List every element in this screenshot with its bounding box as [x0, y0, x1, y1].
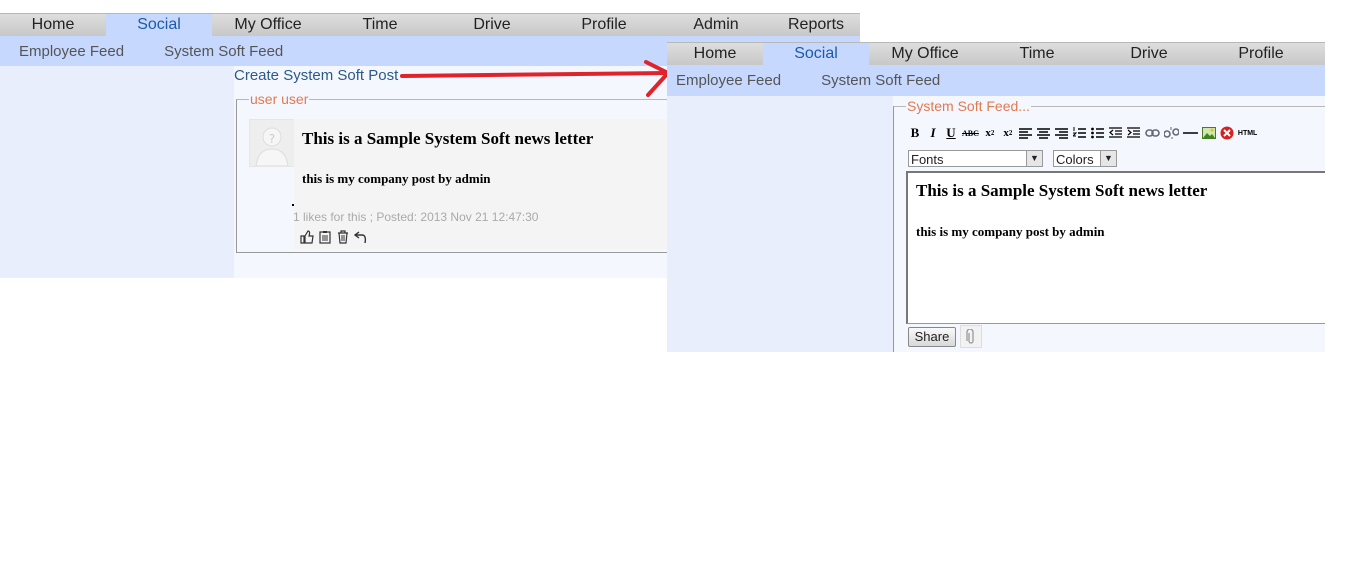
sidebar-right [667, 96, 893, 352]
like-icon[interactable] [300, 229, 314, 244]
nav-drive[interactable]: Drive [436, 14, 548, 36]
composer-area: System Soft Feed... B I U ABC x2 x2 HTML… [893, 96, 1325, 352]
right-screenshot: Home Social My Office Time Drive Profile… [667, 30, 1325, 352]
nav-profile[interactable]: Profile [1205, 43, 1317, 65]
indent-icon[interactable] [1127, 126, 1141, 140]
underline-button[interactable]: U [944, 125, 958, 140]
avatar[interactable]: ? [249, 119, 295, 167]
colors-select-value: Colors [1056, 152, 1094, 167]
sidebar [0, 66, 234, 278]
sub-nav-right: Employee Feed System Soft Feed [667, 65, 1325, 96]
nav-time[interactable]: Time [324, 14, 436, 36]
superscript-icon[interactable]: x2 [1001, 126, 1015, 140]
link-icon[interactable] [1145, 126, 1160, 140]
nav-my-office[interactable]: My Office [869, 43, 981, 65]
editor-toolbar: B I U ABC x2 x2 HTML [908, 125, 1258, 140]
html-source-button[interactable]: HTML [1238, 126, 1257, 140]
post-text: this is my company post by admin [302, 171, 491, 186]
attachment-icon[interactable] [960, 325, 982, 348]
svg-text:?: ? [269, 132, 275, 146]
align-right-icon[interactable] [1055, 126, 1069, 140]
nav-my-office[interactable]: My Office [212, 14, 324, 36]
image-icon[interactable] [1201, 126, 1216, 140]
nav-drive[interactable]: Drive [1093, 43, 1205, 65]
editor-title: This is a Sample System Soft news letter [916, 181, 1208, 200]
align-center-icon[interactable] [1037, 126, 1051, 140]
bold-button[interactable]: B [908, 125, 922, 140]
red-arrow-annotation [400, 60, 670, 97]
strikethrough-button[interactable]: ABC [962, 126, 979, 140]
share-button[interactable]: Share [908, 327, 956, 347]
unordered-list-icon[interactable] [1091, 126, 1105, 140]
outdent-icon[interactable] [1109, 126, 1123, 140]
post-actions [300, 229, 368, 244]
post-title: This is a Sample System Soft news letter [302, 129, 594, 148]
main-nav-right: Home Social My Office Time Drive Profile [667, 42, 1325, 65]
post-author[interactable]: user user [249, 91, 309, 107]
remove-format-icon[interactable] [1220, 126, 1234, 140]
fonts-select[interactable]: Fonts ▼ [908, 150, 1043, 167]
chevron-down-icon: ▼ [1026, 151, 1042, 166]
post-meta: 1 likes for this ; Posted: 2013 Nov 21 1… [293, 210, 539, 224]
create-post-link[interactable]: Create System Soft Post [234, 67, 398, 84]
colors-select[interactable]: Colors ▼ [1053, 150, 1117, 167]
trash-icon[interactable] [336, 229, 350, 244]
reply-icon[interactable] [354, 229, 368, 244]
nav-home[interactable]: Home [0, 14, 106, 36]
composer: System Soft Feed... B I U ABC x2 x2 HTML… [893, 98, 1325, 352]
post-body-box: This is a Sample System Soft news letter… [293, 119, 677, 249]
nav-time[interactable]: Time [981, 43, 1093, 65]
ordered-list-icon[interactable] [1073, 126, 1087, 140]
unlink-icon[interactable] [1163, 126, 1179, 140]
subnav-employee-feed[interactable]: Employee Feed [19, 43, 124, 60]
subscript-icon[interactable]: x2 [983, 126, 997, 140]
subnav-system-soft-feed[interactable]: System Soft Feed [164, 43, 283, 60]
rich-text-editor[interactable]: This is a Sample System Soft news letter… [906, 171, 1325, 324]
nav-profile[interactable]: Profile [548, 14, 660, 36]
subnav-employee-feed[interactable]: Employee Feed [676, 72, 781, 89]
composer-legend: System Soft Feed... [907, 98, 1030, 114]
nav-social[interactable]: Social [763, 43, 869, 65]
nav-social[interactable]: Social [106, 14, 212, 36]
editor-text: this is my company post by admin [916, 224, 1105, 239]
fonts-select-value: Fonts [911, 152, 944, 167]
nav-home[interactable]: Home [667, 43, 763, 65]
horizontal-rule-icon[interactable] [1182, 126, 1198, 140]
italic-button[interactable]: I [926, 125, 940, 140]
subnav-system-soft-feed[interactable]: System Soft Feed [821, 72, 940, 89]
post-card: user user ? This is a Sample System Soft… [236, 91, 678, 253]
align-left-icon[interactable] [1019, 126, 1033, 140]
dot-marker [292, 204, 294, 206]
clipboard-icon[interactable] [318, 229, 332, 244]
chevron-down-icon: ▼ [1100, 151, 1116, 166]
